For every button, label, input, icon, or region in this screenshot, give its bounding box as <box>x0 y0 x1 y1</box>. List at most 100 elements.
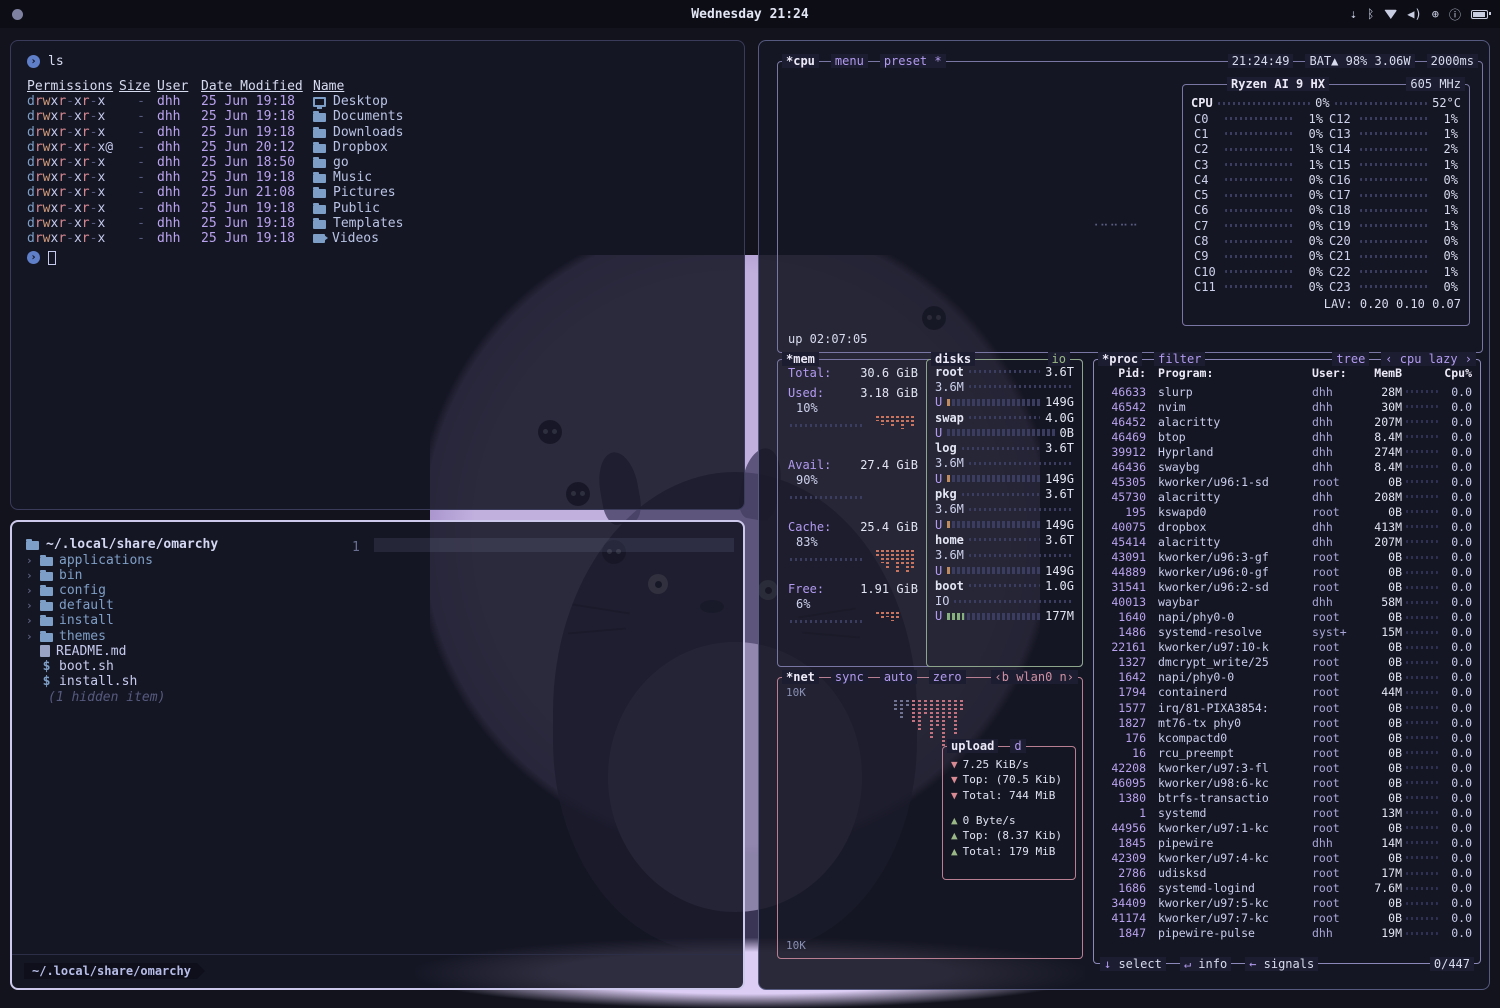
column-cpu[interactable]: Cpu% <box>1442 366 1472 380</box>
tree-item[interactable]: ›bin <box>26 568 218 583</box>
process-row[interactable]: 1486systemd-resolvesyst+15M0.0 <box>1102 625 1472 640</box>
process-row[interactable]: 31541kworker/u96:2-sdroot0B0.0 <box>1102 580 1472 595</box>
memory-entry: Avail:27.4 GiB90% <box>788 458 918 488</box>
process-row[interactable]: 45730alacrittydhh208M0.0 <box>1102 489 1472 504</box>
process-row[interactable]: 40013waybardhh58M0.0 <box>1102 595 1472 610</box>
column-user[interactable]: User: <box>1312 366 1358 380</box>
tree-item[interactable]: $install.sh <box>26 674 218 689</box>
net-scale-bottom: 10K <box>786 939 806 952</box>
tree-item[interactable]: ›config <box>26 583 218 598</box>
process-row[interactable]: 46542nvimdhh30M0.0 <box>1102 399 1472 414</box>
process-row[interactable]: 1794containerdroot44M0.0 <box>1102 685 1472 700</box>
process-row[interactable]: 195kswapd0root0B0.0 <box>1102 504 1472 519</box>
process-row[interactable]: 40075dropboxdhh413M0.0 <box>1102 519 1472 534</box>
wifi-icon[interactable] <box>1384 9 1397 19</box>
file-manager-window[interactable]: ~/.local/share/omarchy ›applications›bin… <box>10 520 745 990</box>
process-row[interactable]: 1845pipewiredhh14M0.0 <box>1102 835 1472 850</box>
process-row[interactable]: 1577irq/81-PIXA3854:root0B0.0 <box>1102 700 1472 715</box>
tree-item[interactable]: ›default <box>26 598 218 613</box>
folder-icon <box>313 129 326 138</box>
memory-entry: Total:30.6 GiB <box>788 366 918 381</box>
net-auto-toggle[interactable]: auto <box>880 670 917 684</box>
tree-item[interactable]: ›themes <box>26 628 218 643</box>
process-row[interactable]: 45305kworker/u96:1-sdroot0B0.0 <box>1102 474 1472 489</box>
process-row[interactable]: 1847pipewire-pulsedhh19M0.0 <box>1102 926 1472 941</box>
tree-item[interactable]: ›install <box>26 613 218 628</box>
prompt-icon: › <box>27 251 40 264</box>
process-row[interactable]: 22161kworker/u97:10-kroot0B0.0 <box>1102 640 1472 655</box>
cpu-box-title[interactable]: *cpu <box>782 54 819 68</box>
process-row[interactable]: 44889kworker/u96:0-gfroot0B0.0 <box>1102 565 1472 580</box>
disk-entry: root3.6T3.6MU149G <box>935 364 1074 410</box>
process-row[interactable]: 41174kworker/u97:7-kcroot0B0.0 <box>1102 911 1472 926</box>
disk-entry: swap4.0GU0B <box>935 410 1074 441</box>
net-zero-toggle[interactable]: zero <box>929 670 966 684</box>
process-row[interactable]: 2786udisksdroot17M0.0 <box>1102 866 1472 881</box>
download-arrow-icon: ▼ <box>951 789 958 802</box>
sort-mode-switch[interactable]: ‹ cpu lazy › <box>1381 352 1476 366</box>
process-row[interactable]: 1systemdroot13M0.0 <box>1102 805 1472 820</box>
process-row[interactable]: 46436swaybgdhh8.4M0.0 <box>1102 459 1472 474</box>
filter-button[interactable]: filter <box>1154 352 1205 366</box>
network-icon[interactable]: ⊕ <box>1432 7 1439 21</box>
process-row[interactable]: 1640napi/phy0-0root0B0.0 <box>1102 610 1472 625</box>
memory-minigraph <box>876 550 914 574</box>
preset-button[interactable]: preset * <box>880 54 946 68</box>
core-row: C60% <box>1194 203 1323 218</box>
update-interval[interactable]: 2000ms <box>1427 54 1478 68</box>
battery-icon[interactable] <box>1471 10 1488 19</box>
process-row[interactable]: 46633slurpdhh28M0.0 <box>1102 384 1472 399</box>
process-row[interactable]: 46452alacrittydhh207M0.0 <box>1102 414 1472 429</box>
battery-readout: BAT▲ 98% 3.06W <box>1305 54 1414 68</box>
folder-icon <box>313 159 326 168</box>
process-row[interactable]: 16rcu_preemptroot0B0.0 <box>1102 745 1472 760</box>
process-row[interactable]: 34409kworker/u97:5-kcroot0B0.0 <box>1102 896 1472 911</box>
folder-icon <box>40 602 53 611</box>
btop-window[interactable]: *cpu menu preset * 21:24:49 BAT▲ 98% 3.0… <box>758 40 1490 990</box>
tree-item[interactable]: $boot.sh <box>26 659 218 674</box>
info-icon[interactable]: ⓘ <box>1449 6 1461 23</box>
net-interface-switch[interactable]: ‹b wlan0 n› <box>991 670 1078 684</box>
current-directory[interactable]: ~/.local/share/omarchy <box>26 536 218 553</box>
process-row[interactable]: 46469btopdhh8.4M0.0 <box>1102 429 1472 444</box>
terminal-window[interactable]: › ls Permissions Size User Date Modified… <box>10 40 745 510</box>
process-row[interactable]: 42208kworker/u97:3-flroot0B0.0 <box>1102 760 1472 775</box>
core-row: C221% <box>1329 264 1458 279</box>
column-mem[interactable]: MemB <box>1362 366 1402 380</box>
menu-button[interactable]: menu <box>831 54 868 68</box>
tree-item[interactable]: ›applications <box>26 553 218 568</box>
status-tray: ⇣ ᛒ ◀) ⊕ ⓘ <box>1350 6 1488 23</box>
select-hint[interactable]: ↓ select <box>1100 957 1166 971</box>
process-row[interactable]: 1327dmcrypt_write/25root0B0.0 <box>1102 655 1472 670</box>
process-row[interactable]: 1380btrfs-transactioroot0B0.0 <box>1102 790 1472 805</box>
info-hint[interactable]: ↵ info <box>1180 957 1231 971</box>
column-pid[interactable]: Pid: <box>1102 366 1146 380</box>
process-row[interactable]: 46095kworker/u98:6-kcroot0B0.0 <box>1102 775 1472 790</box>
process-row[interactable]: 44956kworker/u97:1-kcroot0B0.0 <box>1102 820 1472 835</box>
process-row[interactable]: 45414alacrittydhh207M0.0 <box>1102 534 1472 549</box>
process-row[interactable]: 1686systemd-logindroot7.6M0.0 <box>1102 881 1472 896</box>
column-program[interactable]: Program: <box>1150 366 1308 380</box>
process-row[interactable]: 176kcompactd0root0B0.0 <box>1102 730 1472 745</box>
network-box-title[interactable]: *net <box>782 670 819 684</box>
process-row[interactable]: 42309kworker/u97:4-kcroot0B0.0 <box>1102 850 1472 865</box>
bluetooth-icon[interactable]: ᛒ <box>1367 7 1374 21</box>
workspace-indicator-icon[interactable] <box>12 9 23 20</box>
process-box-title[interactable]: *proc <box>1098 352 1142 366</box>
prompt-line[interactable]: › <box>27 249 730 266</box>
tree-toggle[interactable]: tree <box>1332 352 1369 366</box>
volume-icon[interactable]: ◀) <box>1407 7 1421 21</box>
process-row[interactable]: 1642napi/phy0-0root0B0.0 <box>1102 670 1472 685</box>
tree-item[interactable]: README.md <box>26 644 218 659</box>
process-row[interactable]: 39912Hyprlanddhh274M0.0 <box>1102 444 1472 459</box>
net-sync-toggle[interactable]: sync <box>831 670 868 684</box>
chevron-left-icon[interactable]: ‹ <box>1385 352 1399 366</box>
signals-hint[interactable]: ← signals <box>1245 957 1318 971</box>
updates-icon[interactable]: ⇣ <box>1350 7 1357 21</box>
chevron-right-icon[interactable]: › <box>1458 352 1472 366</box>
process-row[interactable]: 1827mt76-tx phy0root0B0.0 <box>1102 715 1472 730</box>
cpu-total-label: CPU <box>1191 96 1213 110</box>
memory-minigraph <box>876 416 914 429</box>
process-row[interactable]: 43091kworker/u96:3-gfroot0B0.0 <box>1102 550 1472 565</box>
document-icon <box>40 645 50 657</box>
